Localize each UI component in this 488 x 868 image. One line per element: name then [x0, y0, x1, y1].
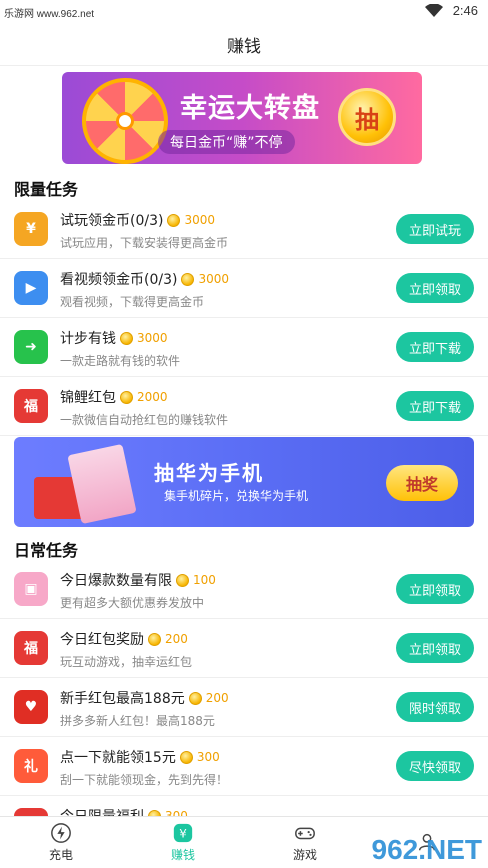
task-row: ▣ 今日爆款数量有限 100 更有超多大额优惠券发放中 立即领取 — [0, 560, 488, 619]
coin-icon — [181, 272, 195, 286]
status-watermark: 乐游网 www.962.net — [4, 9, 95, 20]
wheel-icon — [82, 78, 168, 164]
page-header: 赚钱 — [0, 24, 488, 66]
wheel-banner-subtitle: 每日金币“赚”不停 — [158, 130, 295, 154]
task-title: 新手红包最高188元 — [60, 691, 185, 707]
section-title-daily: 日常任务 — [14, 541, 79, 560]
task-row: 福 今日红包奖励 200 玩互动游戏，抽幸运红包 立即领取 — [0, 619, 488, 678]
task-title: 今日爆款数量有限 — [60, 573, 172, 589]
task-reward: 200 — [165, 632, 188, 646]
coin-icon — [188, 691, 202, 705]
task-row: ¥ 试玩领金币(0/3) 3000 试玩应用，下载安装得更高金币 立即试玩 — [0, 200, 488, 259]
task-reward: 200 — [205, 691, 229, 705]
nav-item-charge[interactable]: 充电 — [0, 817, 122, 868]
task-description: 一款微信自动抢红包的赚钱软件 — [60, 413, 229, 427]
nav-label: 赚钱 — [170, 848, 195, 862]
task-description: 一款走路就有钱的软件 — [60, 354, 181, 368]
task-title: 看视频领金币(0/3) — [60, 272, 178, 288]
huawei-banner[interactable]: 抽华为手机 集手机碎片，兑换华为手机 抽奖 — [14, 437, 474, 527]
coin-icon — [176, 573, 189, 587]
wheel-banner-title: 幸运大转盘 — [180, 93, 320, 124]
task-action-button[interactable]: 尽快领取 — [396, 751, 474, 781]
huawei-banner-title: 抽华为手机 — [154, 461, 264, 485]
task-title: 点一下就能领15元 — [60, 750, 176, 766]
task-action-button[interactable]: 立即领取 — [396, 574, 474, 604]
task-description: 试玩应用，下载安装得更高金币 — [60, 236, 229, 250]
nav-label: 游戏 — [292, 848, 317, 862]
task-action-button[interactable]: 立即试玩 — [396, 214, 474, 244]
task-row: 福 锦鲤红包 2000 一款微信自动抢红包的赚钱软件 立即下载 — [0, 377, 488, 436]
task-description: 更有超多大额优惠券发放中 — [60, 596, 205, 610]
task-action-button[interactable]: 立即领取 — [396, 273, 474, 303]
task-reward: 2000 — [137, 390, 168, 404]
task-title-wrap: 今日爆款数量有限 100 — [60, 570, 216, 590]
task-action-button[interactable]: 限时领取 — [396, 692, 474, 722]
task-title-wrap: 锦鲤红包 2000 — [60, 387, 168, 407]
task-title-wrap: 看视频领金币(0/3) 3000 — [60, 269, 229, 289]
redpacket-icon: 福 — [14, 389, 48, 423]
task-row: ♥ 新手红包最高188元 200 拼多多新人红包！最高188元 限时领取 — [0, 678, 488, 737]
task-title: 锦鲤红包 — [60, 390, 116, 406]
wifi-icon — [424, 3, 443, 17]
svg-text:¥: ¥ — [179, 827, 187, 841]
status-right: 2:46 — [424, 3, 478, 18]
status-time: 2:46 — [452, 3, 478, 18]
task-action-button[interactable]: 立即下载 — [396, 391, 474, 421]
nav-item-games[interactable]: 游戏 — [244, 817, 366, 868]
video-icon: ▶ — [14, 271, 48, 305]
lucky-wheel-banner[interactable]: 幸运大转盘 每日金币“赚”不停 抽 — [62, 72, 422, 164]
lightning-icon — [51, 823, 71, 843]
pinduoduo-icon: ♥ — [14, 690, 48, 724]
redpacket-icon: 福 — [14, 631, 48, 665]
wheel-draw-button[interactable]: 抽 — [338, 88, 396, 146]
huawei-draw-button[interactable]: 抽奖 — [386, 465, 458, 501]
task-description: 玩互动游戏，抽幸运红包 — [60, 655, 193, 669]
yuan-icon: ¥ — [173, 823, 193, 843]
nav-label: 充电 — [48, 848, 73, 862]
task-reward: 3000 — [137, 331, 168, 345]
section-title-limited: 限量任务 — [14, 180, 79, 199]
bottom-nav: 充电 ¥ 赚钱 游戏 962.NET — [0, 816, 488, 868]
task-description: 刮一下就能领现金，先到先得！ — [60, 773, 229, 787]
task-action-button[interactable]: 立即领取 — [396, 633, 474, 663]
gamepad-icon — [295, 827, 315, 840]
coin-icon — [120, 331, 133, 345]
coin-icon — [148, 632, 161, 646]
page-title: 赚钱 — [227, 37, 261, 57]
coin-icon — [167, 213, 181, 227]
huawei-banner-subtitle: 集手机碎片，兑换华为手机 — [164, 489, 309, 503]
task-title: 计步有钱 — [60, 331, 116, 347]
task-title-wrap: 新手红包最高188元 200 — [60, 688, 229, 708]
task-action-button[interactable]: 立即下载 — [396, 332, 474, 362]
task-reward: 3000 — [184, 213, 216, 227]
task-title: 今日红包奖励 — [60, 632, 144, 648]
task-reward: 3000 — [198, 272, 230, 286]
task-row: ➜ 计步有钱 3000 一款走路就有钱的软件 立即下载 — [0, 318, 488, 377]
site-watermark: 962.NET — [371, 834, 483, 865]
task-description: 观看视频，下载得更高金币 — [60, 295, 205, 309]
task-title-wrap: 试玩领金币(0/3) 3000 — [60, 210, 215, 230]
task-title: 试玩领金币(0/3) — [60, 213, 164, 229]
task-title-wrap: 点一下就能领15元 300 — [60, 747, 220, 767]
task-description: 拼多多新人红包！最高188元 — [60, 714, 215, 728]
task-row: ▶ 看视频领金币(0/3) 3000 观看视频，下载得更高金币 立即领取 — [0, 259, 488, 318]
task-title-wrap: 计步有钱 3000 — [60, 328, 168, 348]
task-title-wrap: 今日红包奖励 200 — [60, 629, 188, 649]
task-reward: 300 — [196, 750, 220, 764]
task-row: 礼 点一下就能领15元 300 刮一下就能领现金，先到先得！ 尽快领取 — [0, 737, 488, 796]
status-bar: 乐游网 www.962.net 2:46 — [0, 0, 488, 24]
coin-icon — [120, 390, 133, 404]
coin-icon — [179, 750, 193, 764]
nav-item-earn[interactable]: ¥ 赚钱 — [122, 817, 244, 868]
task-reward: 100 — [193, 573, 216, 587]
coin-icon: ¥ — [14, 212, 48, 246]
shopping-bag-icon: ▣ — [14, 572, 48, 606]
gift-icon: 礼 — [14, 749, 48, 783]
walk-icon: ➜ — [14, 330, 48, 364]
